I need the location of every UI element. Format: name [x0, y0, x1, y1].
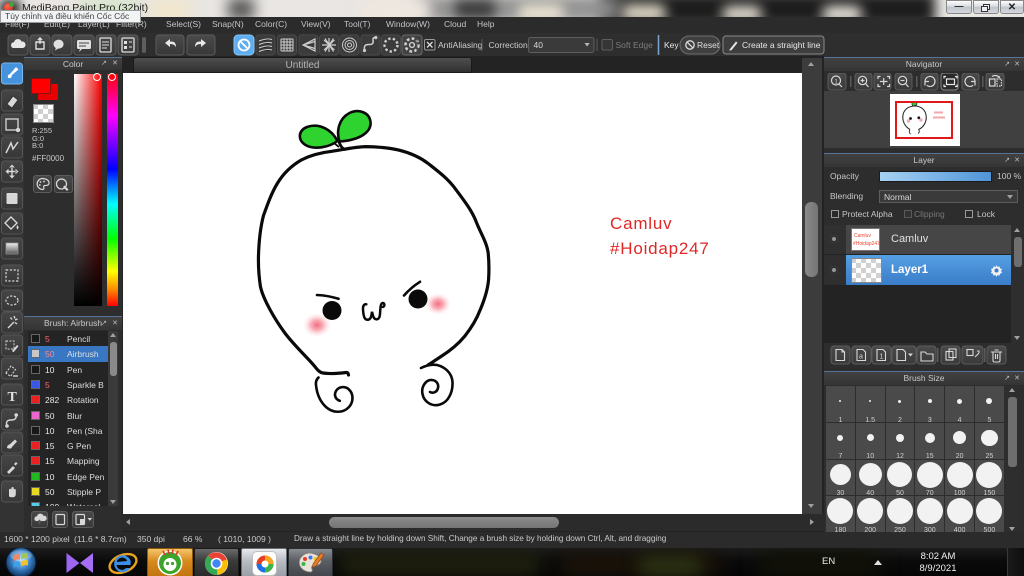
svg-text:Soft Edge: Soft Edge	[616, 40, 654, 50]
svg-text:Create a straight line: Create a straight line	[742, 40, 821, 50]
svg-text:Correction: Correction	[489, 40, 528, 50]
svg-text:1: 1	[880, 354, 884, 361]
svg-text:Camluv: Camluv	[854, 233, 871, 239]
svg-text:AntiAliasing: AntiAliasing	[438, 40, 483, 50]
svg-text:#Hoidap247: #Hoidap247	[853, 241, 879, 247]
svg-text:1: 1	[834, 79, 838, 86]
svg-text:a: a	[859, 354, 863, 361]
svg-text:Reset: Reset	[697, 40, 720, 50]
svg-text:40: 40	[534, 40, 544, 50]
svg-text:T: T	[8, 390, 18, 405]
svg-text:Key: Key	[664, 40, 679, 50]
